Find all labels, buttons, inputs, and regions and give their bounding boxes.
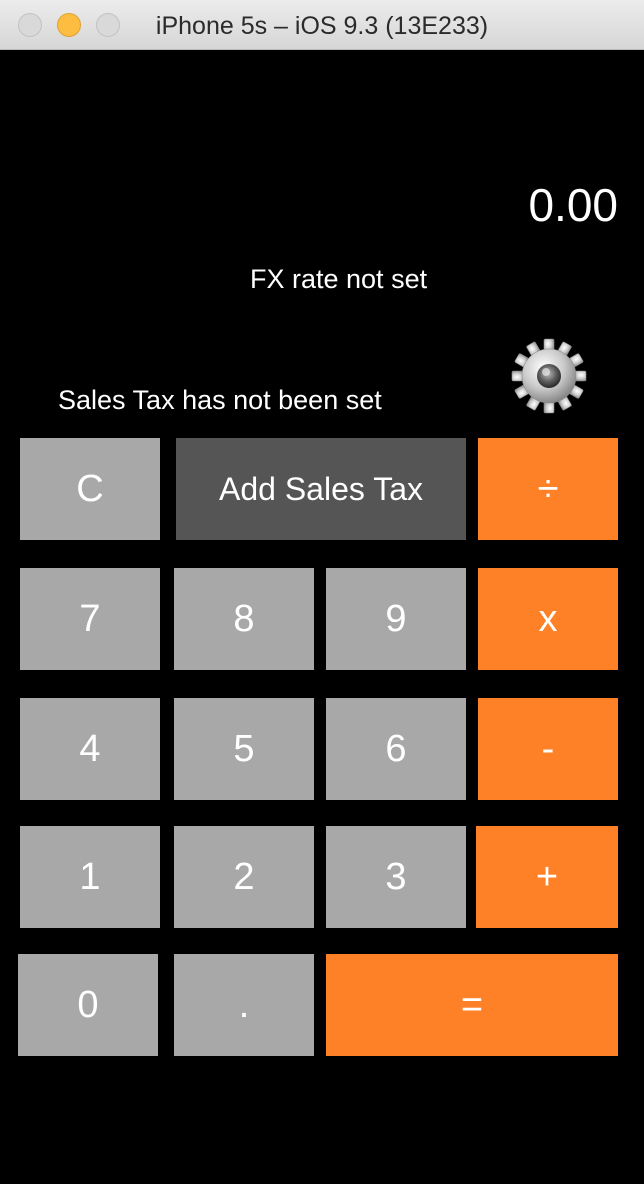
add-sales-tax-button[interactable]: Add Sales Tax (176, 438, 466, 540)
decimal-button[interactable]: . (174, 954, 314, 1056)
gear-icon[interactable] (510, 337, 588, 415)
digit-7-button[interactable]: 7 (20, 568, 160, 670)
digit-6-button[interactable]: 6 (326, 698, 466, 800)
sales-tax-status: Sales Tax has not been set (58, 385, 382, 415)
window-titlebar: iPhone 5s – iOS 9.3 (13E233) (0, 0, 644, 50)
digit-3-button[interactable]: 3 (326, 826, 466, 928)
digit-5-button[interactable]: 5 (174, 698, 314, 800)
window-title: iPhone 5s – iOS 9.3 (13E233) (155, 12, 489, 40)
add-button[interactable]: + (476, 826, 618, 928)
equals-button[interactable]: = (326, 954, 618, 1056)
digit-0-button[interactable]: 0 (18, 954, 158, 1056)
result-display: 0.00 (528, 179, 618, 231)
digit-8-button[interactable]: 8 (174, 568, 314, 670)
digit-9-button[interactable]: 9 (326, 568, 466, 670)
divide-button[interactable]: ÷ (478, 438, 618, 540)
multiply-button[interactable]: x (478, 568, 618, 670)
clear-button[interactable]: C (20, 438, 160, 540)
digit-1-button[interactable]: 1 (20, 826, 160, 928)
digit-2-button[interactable]: 2 (174, 826, 314, 928)
digit-4-button[interactable]: 4 (20, 698, 160, 800)
subtract-button[interactable]: - (478, 698, 618, 800)
fx-rate-status: FX rate not set (250, 264, 428, 294)
